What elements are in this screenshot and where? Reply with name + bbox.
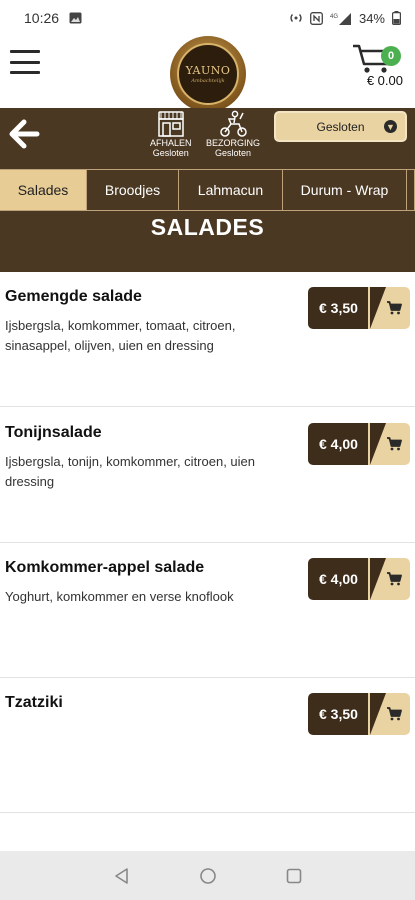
add-to-cart-button[interactable]: € 4,00 bbox=[308, 423, 410, 465]
battery-percent: 34% bbox=[358, 10, 385, 26]
nav-recents-icon[interactable] bbox=[285, 867, 303, 885]
category-tabs: Salades Broodjes Lahmacun Durum - Wrap bbox=[0, 169, 415, 211]
nfc-icon bbox=[310, 11, 323, 25]
price-divider bbox=[370, 423, 386, 465]
delivery-status: Gesloten bbox=[214, 148, 252, 158]
add-to-cart-button[interactable]: € 4,00 bbox=[308, 558, 410, 600]
cart-add-icon bbox=[387, 301, 402, 315]
chevron-down-icon: ▼ bbox=[384, 120, 397, 133]
system-nav-bar bbox=[0, 851, 415, 900]
hamburger-icon-line bbox=[10, 60, 40, 64]
brand-logo[interactable]: YAUNO Ambachtelijk bbox=[170, 36, 246, 112]
scooter-icon bbox=[220, 110, 247, 137]
nav-home-icon[interactable] bbox=[199, 867, 217, 885]
menu-item: Tzatziki € 3,50 bbox=[0, 678, 415, 813]
status-bar: 10:26 4G 34% bbox=[0, 0, 415, 36]
store-icon bbox=[158, 111, 184, 137]
pickup-option[interactable]: AFHALEN Gesloten bbox=[150, 110, 192, 158]
app-header: YAUNO Ambachtelijk 0 € 0.00 bbox=[0, 36, 415, 112]
tab-lahmacun[interactable]: Lahmacun bbox=[179, 169, 283, 211]
menu-item: Gemengde salade Ijsbergsla, komkommer, t… bbox=[0, 272, 415, 407]
price-divider bbox=[370, 558, 386, 600]
item-name: Tzatziki bbox=[5, 694, 63, 711]
add-to-cart-button[interactable]: € 3,50 bbox=[308, 693, 410, 735]
cart-add-icon bbox=[387, 707, 402, 721]
logo-subtitle: Ambachtelijk bbox=[191, 78, 225, 84]
cart-add-icon bbox=[387, 437, 402, 451]
item-description: Ijsbergsla, tonijn, komkommer, citroen, … bbox=[5, 454, 255, 489]
item-name: Komkommer-appel salade bbox=[5, 559, 205, 576]
signal-icon: 4G bbox=[330, 12, 351, 25]
image-icon bbox=[69, 12, 82, 24]
status-select-value: Gesloten bbox=[316, 119, 365, 134]
hotspot-icon bbox=[290, 14, 302, 22]
hamburger-menu-button[interactable] bbox=[10, 50, 40, 74]
item-name: Gemengde salade bbox=[5, 288, 142, 305]
cart-total: € 0.00 bbox=[366, 73, 403, 88]
cart-button[interactable]: 0 € 0.00 bbox=[351, 40, 403, 96]
hamburger-icon-line bbox=[10, 71, 40, 74]
status-time: 10:26 bbox=[24, 10, 60, 26]
hamburger-icon-line bbox=[10, 50, 40, 53]
logo-badge: YAUNO Ambachtelijk bbox=[177, 43, 239, 105]
price-divider bbox=[370, 287, 386, 329]
section-title: SALADES bbox=[150, 214, 265, 240]
status-select[interactable]: Gesloten ▼ bbox=[274, 111, 407, 142]
menu-item: Tonijnsalade Ijsbergsla, tonijn, komkomm… bbox=[0, 408, 415, 543]
item-name: Tonijnsalade bbox=[5, 424, 102, 441]
pickup-label: AFHALEN bbox=[150, 138, 192, 148]
logo-text: YAUNO bbox=[185, 64, 231, 77]
svg-text:4G: 4G bbox=[330, 14, 338, 20]
cart-add-icon bbox=[387, 572, 402, 586]
tab-durum-wrap[interactable]: Durum - Wrap bbox=[283, 169, 407, 211]
item-description: Ijsbergsla, komkommer, tomaat, citroen, … bbox=[5, 318, 236, 353]
tab-salades[interactable]: Salades bbox=[0, 169, 87, 211]
nav-back-icon[interactable] bbox=[113, 867, 131, 885]
pickup-status: Gesloten bbox=[152, 148, 189, 158]
cart-count-badge: 0 bbox=[381, 46, 401, 66]
menu-item: Komkommer-appel salade Yoghurt, komkomme… bbox=[0, 543, 415, 678]
battery-icon bbox=[392, 11, 401, 25]
tab-next-partial[interactable] bbox=[407, 169, 415, 211]
delivery-option[interactable]: BEZORGING Gesloten bbox=[206, 110, 260, 158]
item-description: Yoghurt, komkommer en verse knoflook bbox=[5, 589, 234, 604]
price-divider bbox=[370, 693, 386, 735]
add-to-cart-button[interactable]: € 3,50 bbox=[308, 287, 410, 329]
back-arrow-icon[interactable] bbox=[8, 118, 40, 150]
delivery-label: BEZORGING bbox=[206, 138, 261, 148]
tab-broodjes[interactable]: Broodjes bbox=[87, 169, 179, 211]
